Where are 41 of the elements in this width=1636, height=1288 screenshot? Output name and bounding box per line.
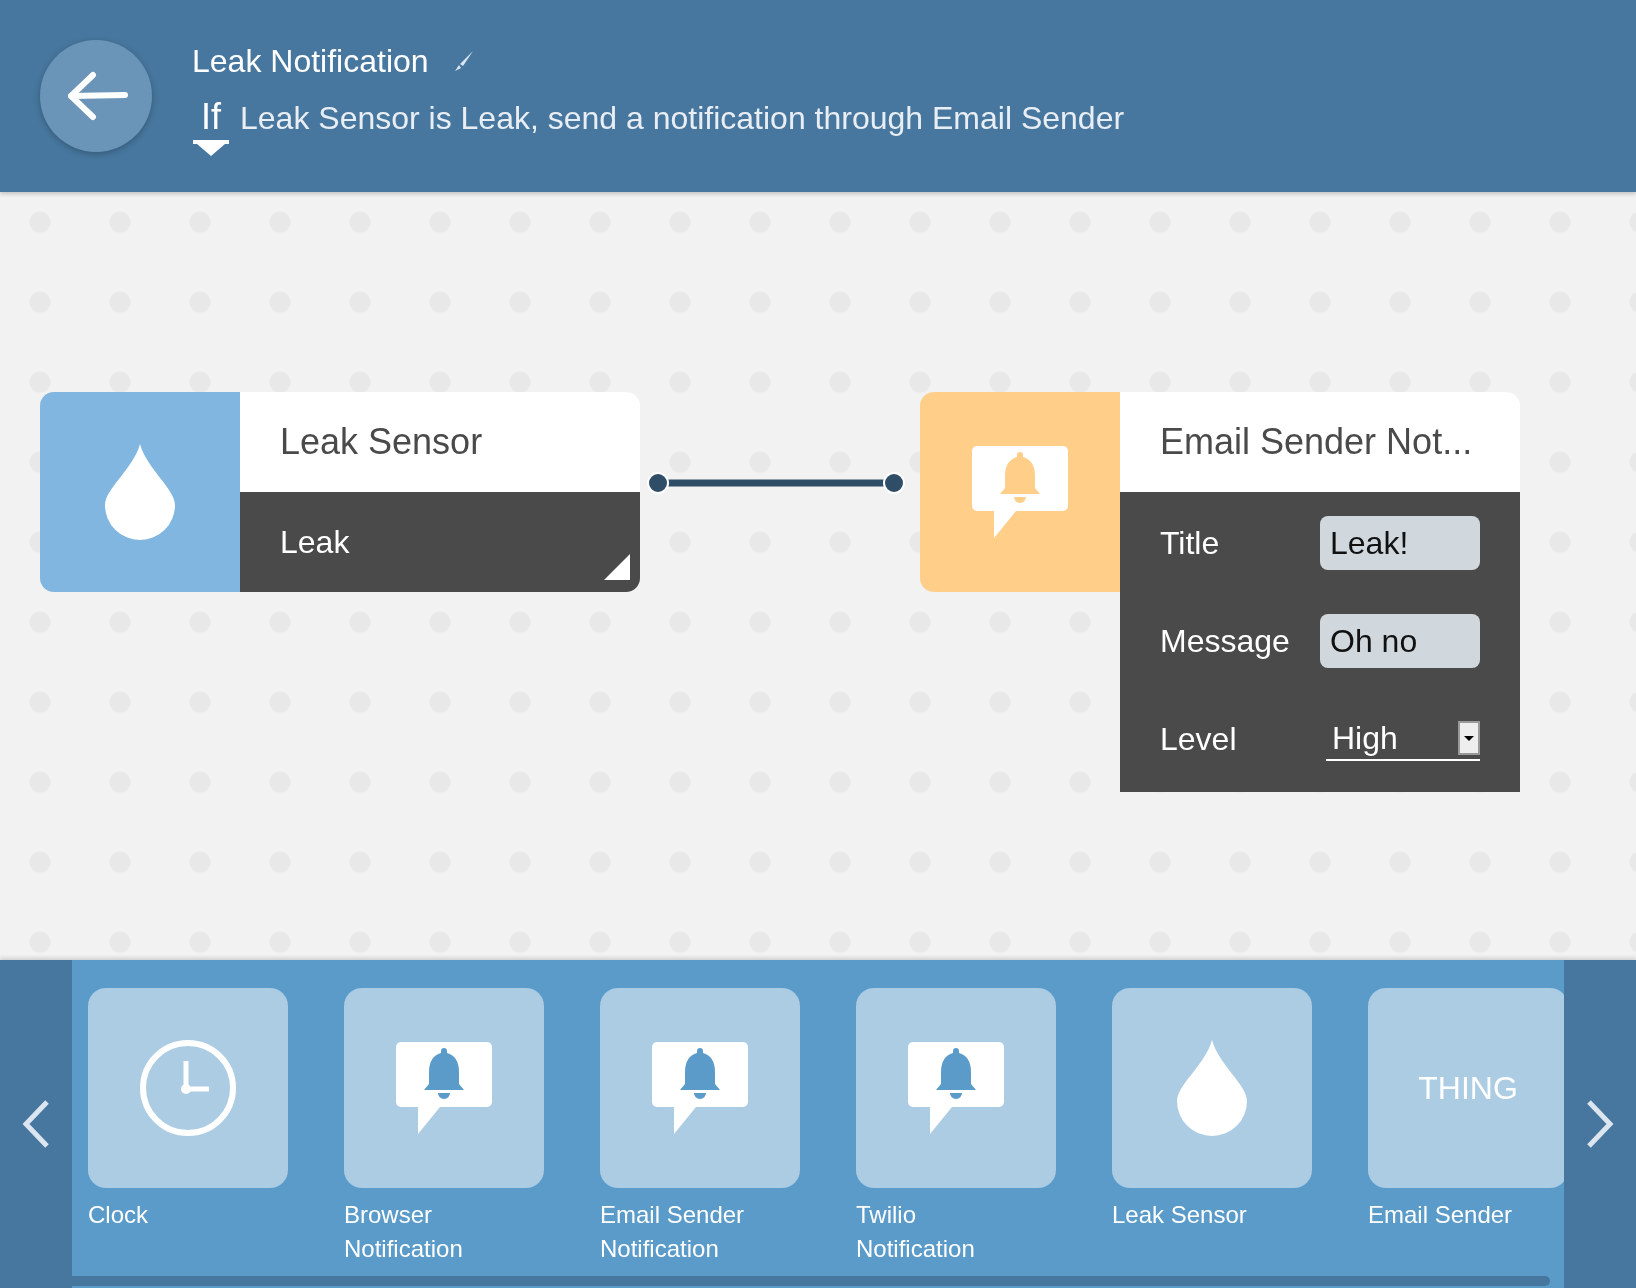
condition-dropdown[interactable]: If bbox=[192, 95, 230, 158]
palette-tile[interactable] bbox=[88, 988, 288, 1188]
scrollbar[interactable] bbox=[72, 1276, 1550, 1286]
caret-icon bbox=[193, 139, 229, 158]
tile-label: Email Sender bbox=[1368, 1200, 1514, 1230]
field-label: Title bbox=[1160, 524, 1220, 562]
palette-tile[interactable] bbox=[1112, 988, 1312, 1188]
input-field[interactable]: Leak! bbox=[1320, 516, 1480, 570]
tile-label: Twilio Notification bbox=[856, 1200, 976, 1264]
node-title: Email Sender Not... bbox=[1120, 392, 1520, 492]
bell-message-icon bbox=[972, 446, 1068, 538]
bell-message-icon bbox=[652, 1042, 748, 1134]
node-title: Leak Sensor bbox=[240, 392, 640, 492]
drop-icon bbox=[1177, 1040, 1247, 1136]
rule-description: Leak Sensor is Leak, send a notification through Email Sender bbox=[240, 99, 1125, 137]
node-value: Leak bbox=[280, 523, 350, 561]
clock-icon bbox=[139, 1039, 237, 1137]
node-icon-panel[interactable] bbox=[40, 392, 240, 592]
tile-label: Email Sender Notification bbox=[600, 1200, 746, 1264]
drop-icon bbox=[105, 444, 175, 540]
field-label: Level bbox=[1160, 720, 1237, 758]
back-button[interactable] bbox=[40, 40, 152, 152]
bell-message-icon bbox=[908, 1042, 1004, 1134]
level-dropdown[interactable]: High bbox=[1326, 717, 1480, 761]
chevron-left-icon bbox=[21, 1099, 51, 1149]
tile-text: THING bbox=[1418, 1069, 1518, 1107]
resize-handle-icon[interactable] bbox=[604, 554, 630, 580]
palette-tile[interactable] bbox=[600, 988, 800, 1188]
palette-tile[interactable] bbox=[344, 988, 544, 1188]
connector-line[interactable] bbox=[647, 470, 905, 496]
field-label: Message bbox=[1160, 622, 1290, 660]
palette-tile[interactable] bbox=[856, 988, 1056, 1188]
tile-label: Browser Notification bbox=[344, 1200, 464, 1264]
tile-label: Clock bbox=[88, 1200, 149, 1230]
rule-title: Leak Notification bbox=[192, 42, 429, 80]
caret-icon bbox=[1458, 721, 1480, 755]
chevron-right-icon bbox=[1585, 1099, 1615, 1149]
input-field[interactable]: Oh no bbox=[1320, 614, 1480, 668]
tile-label: Leak Sensor bbox=[1112, 1200, 1248, 1230]
bell-message-icon bbox=[396, 1042, 492, 1134]
node-icon-panel[interactable] bbox=[920, 392, 1120, 592]
